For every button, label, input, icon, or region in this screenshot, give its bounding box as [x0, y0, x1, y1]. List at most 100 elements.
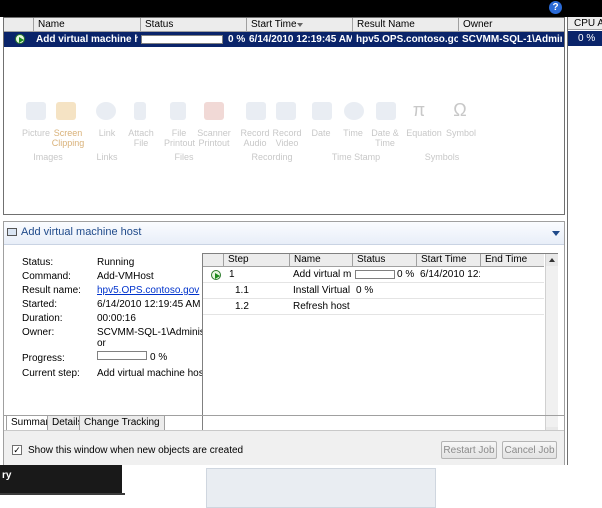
jobs-grid: Name Status Start Time Result Name Owner… — [3, 17, 565, 215]
progress-label: Progress: — [22, 353, 65, 364]
picture-icon — [26, 102, 46, 120]
ribbon-item-file-printout: File Printout — [164, 128, 196, 148]
column-header-icon[interactable] — [4, 18, 36, 31]
background-thumbnail — [206, 468, 436, 508]
date-icon — [312, 102, 332, 120]
ribbon-group-links: Links — [96, 152, 118, 162]
table-row[interactable]: 1 Add virtual m... 0 % 6/14/2010 12:19:4… — [203, 267, 544, 283]
step-name: Install Virtual ... — [293, 285, 351, 296]
owner-value-line2: or — [97, 338, 106, 349]
ribbon-item-link: Link — [98, 128, 116, 138]
equation-icon: π — [412, 100, 426, 120]
table-row[interactable]: Add virtual machine h... 0 % 6/14/2010 1… — [4, 32, 564, 47]
ribbon-item-picture: Picture — [21, 128, 50, 138]
jobs-grid-header: Name Status Start Time Result Name Owner — [4, 18, 564, 32]
ribbon-item-screen-clipping: Screen Clipping — [51, 128, 85, 148]
ribbon-item-symbol: Symbol — [445, 128, 476, 138]
scanner-printout-icon — [204, 102, 224, 120]
column-header-result-name[interactable]: Result Name — [352, 18, 458, 31]
ribbon-item-scanner-printout: Scanner Printout — [197, 128, 231, 148]
steps-grid-header: Step Name Status Start Time End Time — [203, 254, 544, 267]
show-window-checkbox-label: Show this window when new objects are cr… — [28, 445, 244, 456]
step-number: 1 — [229, 269, 235, 280]
details-footer: ✓ Show this window when new objects are … — [4, 430, 564, 465]
file-printout-icon — [170, 102, 186, 120]
command-label: Command: — [22, 271, 71, 282]
step-progress-bar — [355, 270, 395, 279]
owner-value-line1: SCVMM-SQL-1\Administrat — [97, 327, 220, 338]
restart-job-button[interactable]: Restart Job — [441, 441, 497, 459]
steps-column-start-time[interactable]: Start Time — [416, 254, 480, 266]
job-details-pane: Add virtual machine host Status: Running… — [3, 221, 565, 465]
ribbon-item-date: Date — [311, 128, 331, 138]
steps-column-end-time[interactable]: End Time — [480, 254, 544, 266]
ribbon-group-recording: Recording — [251, 152, 293, 162]
started-label: Started: — [22, 299, 58, 310]
details-title: Add virtual machine host — [21, 226, 142, 238]
status-label: Status: — [22, 257, 54, 268]
ribbon-item-equation: Equation — [406, 128, 442, 138]
steps-column-step[interactable]: Step — [223, 254, 290, 266]
column-header-start-time[interactable]: Start Time — [246, 18, 352, 31]
background-divider — [0, 493, 125, 495]
current-step-label: Current step: — [22, 368, 80, 379]
duration-value: 00:00:16 — [97, 313, 136, 324]
cancel-job-button[interactable]: Cancel Job — [502, 441, 557, 459]
chevron-down-icon[interactable] — [552, 231, 560, 236]
table-row[interactable]: 1.1 Install Virtual ... 0 % — [203, 283, 544, 299]
ribbon-item-time: Time — [343, 128, 363, 138]
job-start-time: 6/14/2010 12:19:45 AM — [249, 34, 352, 45]
host-icon — [7, 228, 17, 236]
show-window-checkbox[interactable]: ✓ — [12, 445, 22, 455]
step-start-time: 6/14/2010 12:19:45 AM — [420, 269, 480, 280]
tab-change-tracking[interactable]: Change Tracking — [79, 416, 165, 431]
step-status: 0 % — [356, 285, 374, 296]
step-number: 1.2 — [235, 301, 249, 312]
steps-column-status[interactable]: Status — [352, 254, 416, 266]
background-panel — [0, 465, 122, 495]
progress-percent: 0 % — [150, 352, 168, 363]
step-status: 0 % — [397, 269, 415, 280]
ribbon-item-record-video: Record Video — [272, 128, 302, 148]
ribbon-item-date-time: Date & Time — [371, 128, 399, 148]
column-header-cpu-average[interactable]: CPU Av — [568, 17, 602, 30]
right-side-panel: CPU Av 0 % — [567, 17, 602, 506]
job-progress-bar — [141, 35, 223, 44]
job-result-name: hpv5.OPS.contoso.gov — [356, 34, 458, 45]
ribbon-item-attach-file: Attach File — [128, 128, 154, 148]
time-icon — [344, 102, 364, 120]
column-header-owner[interactable]: Owner — [458, 18, 564, 31]
command-value: Add-VMHost — [97, 271, 154, 282]
status-value: Running — [97, 257, 135, 268]
steps-grid: Step Name Status Start Time End Time 1 A… — [202, 253, 558, 440]
column-header-name[interactable]: Name — [33, 18, 140, 31]
steps-column-name[interactable]: Name — [289, 254, 353, 266]
record-audio-icon — [246, 102, 266, 120]
result-name-link[interactable]: hpv5.OPS.contoso.gov — [97, 285, 199, 296]
steps-scrollbar[interactable] — [545, 254, 558, 439]
step-name: Add virtual m... — [293, 269, 351, 280]
job-name: Add virtual machine h... — [36, 34, 138, 45]
ribbon-item-record-audio: Record Audio — [240, 128, 270, 148]
screen-clipping-icon — [56, 102, 76, 120]
job-status-percent: 0 % — [228, 34, 246, 45]
started-value: 6/14/2010 12:19:45 AM — [97, 299, 201, 310]
sort-down-icon — [297, 23, 303, 27]
running-step-icon — [211, 270, 221, 280]
background-label: ry — [2, 470, 12, 481]
cpu-average-value: 0 % — [568, 31, 602, 46]
result-name-label: Result name: — [22, 285, 81, 296]
scroll-up-button[interactable] — [546, 254, 558, 266]
running-job-icon — [15, 34, 25, 44]
details-header: Add virtual machine host — [4, 222, 564, 245]
owner-label: Owner: — [22, 327, 55, 338]
attach-file-icon — [134, 102, 146, 120]
column-header-status[interactable]: Status — [140, 18, 246, 31]
record-video-icon — [276, 102, 296, 120]
job-owner: SCVMM-SQL-1\Admin... — [462, 34, 562, 45]
ribbon-group-images: Images — [33, 152, 63, 162]
help-icon[interactable]: ? — [549, 1, 562, 14]
link-icon — [96, 102, 116, 120]
duration-label: Duration: — [22, 313, 63, 324]
table-row[interactable]: 1.2 Refresh host — [203, 299, 544, 315]
